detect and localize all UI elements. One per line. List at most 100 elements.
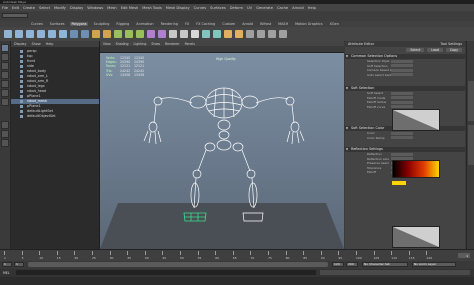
shelf-tab-fx[interactable]: FX xyxy=(184,22,190,26)
outliner-item[interactable]: defaultObjectSet xyxy=(11,114,99,119)
menu-uv[interactable]: UV xyxy=(247,6,252,10)
poly-torus-icon[interactable] xyxy=(48,30,56,38)
range-start-inner-field[interactable]: 1 xyxy=(14,262,24,267)
attribute-field[interactable] xyxy=(391,64,413,68)
bevel-icon[interactable] xyxy=(136,30,144,38)
menu-generate[interactable]: Generate xyxy=(256,6,273,10)
sculpt-icon[interactable] xyxy=(235,30,243,38)
reduce-icon[interactable] xyxy=(180,30,188,38)
outliner-menu-show[interactable]: Show xyxy=(32,42,41,46)
shelf-tab-surfaces[interactable]: Surfaces xyxy=(49,22,66,26)
attribute-field[interactable] xyxy=(391,152,413,156)
shelf-tab-sculpting[interactable]: Sculpting xyxy=(93,22,111,26)
attribute-field[interactable] xyxy=(391,59,413,63)
load-button[interactable]: Load xyxy=(427,48,443,52)
menu-mesh-display[interactable]: Mesh Display xyxy=(166,6,190,10)
menu-edit-mesh[interactable]: Edit Mesh xyxy=(121,6,139,10)
menu-curves[interactable]: Curves xyxy=(194,6,206,10)
robot-model[interactable] xyxy=(100,53,344,249)
select-tool-icon[interactable] xyxy=(1,44,9,52)
poly-cone-icon[interactable] xyxy=(37,30,45,38)
single-perspective-layout-icon[interactable] xyxy=(1,121,9,129)
menu-select[interactable]: Select xyxy=(39,6,50,10)
menu-display[interactable]: Display xyxy=(70,6,83,10)
shelf-tab-custom[interactable]: Custom xyxy=(221,22,236,26)
layout-icon[interactable] xyxy=(279,30,287,38)
attribute-field[interactable] xyxy=(391,68,413,72)
last-tool-icon[interactable] xyxy=(1,98,9,106)
cmdline-language-label[interactable]: MEL xyxy=(3,271,10,275)
channel-box-tab[interactable] xyxy=(468,81,474,121)
viewport-canvas[interactable]: Verts: 12345 12345 Edges: 24390 24390 Faces: 12… xyxy=(100,53,344,249)
attribute-field[interactable] xyxy=(391,100,413,104)
rotate-tool-icon[interactable] xyxy=(1,80,9,88)
outliner-menu-help[interactable]: Help xyxy=(46,42,54,46)
menu-file[interactable]: File xyxy=(2,6,8,10)
center-pivot-icon[interactable] xyxy=(257,30,265,38)
poly-cube-icon[interactable] xyxy=(15,30,23,38)
select-button[interactable]: Select xyxy=(406,48,425,52)
poly-disc-icon[interactable] xyxy=(70,30,78,38)
command-input[interactable] xyxy=(16,270,316,275)
tab-attribute-editor[interactable]: Attribute Editor xyxy=(348,42,374,46)
poly-cylinder-icon[interactable] xyxy=(26,30,34,38)
anim-layer-dropdown[interactable]: No Anim Layer xyxy=(412,262,456,267)
shelf-tab-curves[interactable]: Curves xyxy=(30,22,44,26)
attribute-field[interactable] xyxy=(391,131,413,135)
scale-tool-icon[interactable] xyxy=(1,89,9,97)
outliner-layout-icon[interactable] xyxy=(1,139,9,147)
combine-icon[interactable] xyxy=(92,30,100,38)
mirror-icon[interactable] xyxy=(191,30,199,38)
shelf-tab-fx-caching[interactable]: FX Caching xyxy=(195,22,216,26)
uv-editor-icon[interactable] xyxy=(202,30,210,38)
falloff-curve-graph[interactable] xyxy=(392,109,440,131)
range-start-field[interactable]: 1 xyxy=(2,262,12,267)
extrude-icon[interactable] xyxy=(114,30,122,38)
color-ramp[interactable] xyxy=(392,160,440,178)
viewport-menu-view[interactable]: View xyxy=(103,42,111,46)
separate-icon[interactable] xyxy=(103,30,111,38)
viewport-menu-show[interactable]: Show xyxy=(151,42,160,46)
menu-windows[interactable]: Windows xyxy=(87,6,103,10)
attribute-field[interactable] xyxy=(391,96,413,100)
range-end-field[interactable]: 200 xyxy=(346,262,358,267)
shelf-tab-motion-graphics[interactable]: Motion Graphics xyxy=(294,22,324,26)
attribute-field[interactable] xyxy=(391,73,413,77)
menu-surfaces[interactable]: Surfaces xyxy=(210,6,226,10)
reflection-falloff-graph[interactable] xyxy=(392,226,440,248)
soft-select-icon[interactable] xyxy=(224,30,232,38)
color-swatch[interactable] xyxy=(392,181,406,185)
poly-sphere-icon[interactable] xyxy=(4,30,12,38)
menu-modify[interactable]: Modify xyxy=(54,6,66,10)
menu-arnold[interactable]: Arnold xyxy=(292,6,304,10)
shelf-tab-rigging[interactable]: Rigging xyxy=(115,22,130,26)
smooth-icon[interactable] xyxy=(169,30,177,38)
platonic-solid-icon[interactable] xyxy=(81,30,89,38)
menu-mesh[interactable]: Mesh xyxy=(107,6,116,10)
shelf-tab-rendering[interactable]: Rendering xyxy=(160,22,179,26)
attribute-field[interactable] xyxy=(391,105,413,109)
character-set-dropdown[interactable]: No Character Set xyxy=(362,262,408,267)
viewport-menu-panels[interactable]: Panels xyxy=(185,42,195,46)
viewport-menu-renderer[interactable]: Renderer xyxy=(165,42,180,46)
viewport-menu-shading[interactable]: Shading xyxy=(116,42,129,46)
outliner-menu-display[interactable]: Display xyxy=(14,42,27,46)
attribute-editor-side-tab[interactable] xyxy=(468,125,474,165)
shelf-tab-animation[interactable]: Animation xyxy=(135,22,154,26)
menu-help[interactable]: Help xyxy=(308,6,316,10)
shelf-tab-mash[interactable]: MASH xyxy=(277,22,289,26)
range-bar[interactable] xyxy=(28,262,328,267)
shelf-tab-polygons[interactable]: Polygons xyxy=(70,22,88,26)
attribute-field[interactable] xyxy=(391,136,413,140)
attribute-field[interactable] xyxy=(391,91,413,95)
shelf-tab-bifrost[interactable]: Bifrost xyxy=(259,22,272,26)
menu-edit[interactable]: Edit xyxy=(12,6,19,10)
copy-button[interactable]: Copy xyxy=(445,48,462,52)
viewport-menu-lighting[interactable]: Lighting xyxy=(134,42,147,46)
poly-plane-icon[interactable] xyxy=(59,30,67,38)
target-weld-icon[interactable] xyxy=(158,30,166,38)
move-tool-icon[interactable] xyxy=(1,71,9,79)
multi-cut-icon[interactable] xyxy=(147,30,155,38)
planar-map-icon[interactable] xyxy=(213,30,221,38)
shelf-tab-arnold[interactable]: Arnold xyxy=(241,22,254,26)
